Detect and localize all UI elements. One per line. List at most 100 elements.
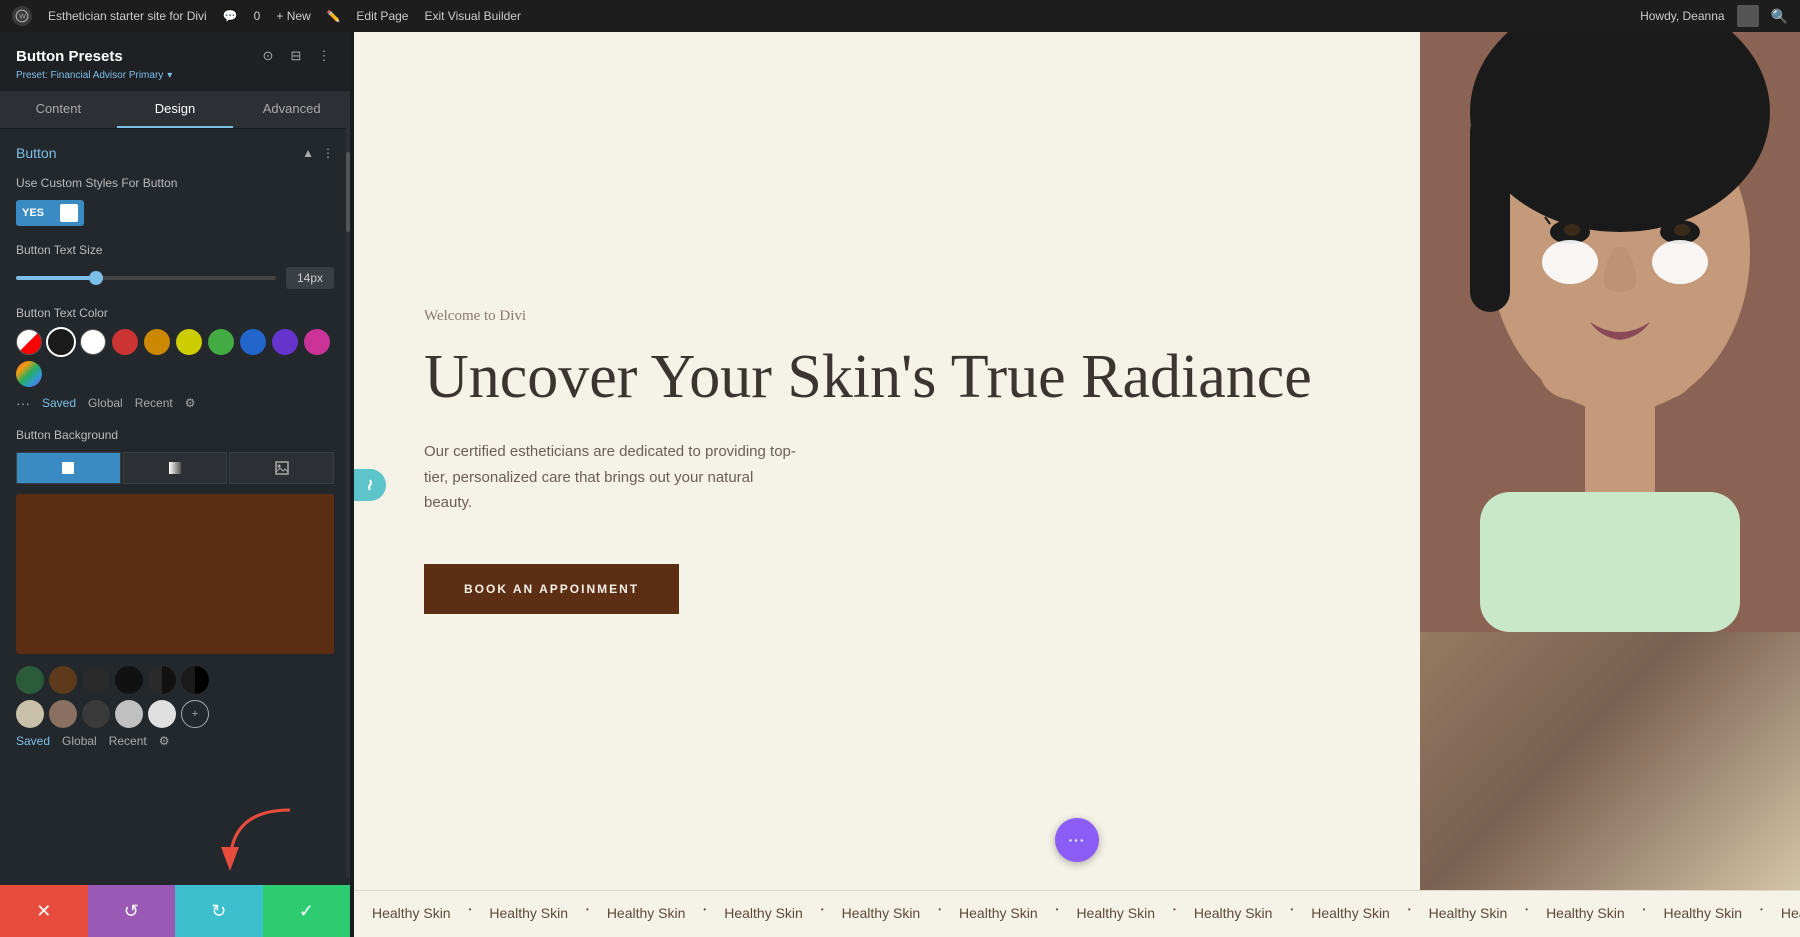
palette-gear-icon[interactable]: ⚙ (159, 734, 170, 748)
color-swatch-purple[interactable] (272, 329, 298, 355)
color-swatch-red[interactable] (112, 329, 138, 355)
redo-button[interactable]: ↻ (175, 885, 263, 937)
palette-swatch-half1[interactable] (148, 666, 176, 694)
svg-text:W: W (19, 13, 26, 20)
hero-left: Welcome to Divi Uncover Your Skin's True… (354, 32, 1420, 890)
panel-settings-icon[interactable]: ⊙ (258, 46, 278, 66)
palette-swatch-dark2[interactable] (115, 666, 143, 694)
palette-swatch-silver[interactable] (115, 700, 143, 728)
palette-row-1 (16, 666, 334, 694)
admin-howdy: Howdy, Deanna (1640, 9, 1725, 23)
text-size-value[interactable]: 14px (286, 267, 334, 289)
main-layout: Button Presets ⊙ ⊟ ⋮ Preset: Financial A… (0, 32, 1800, 937)
bg-color-preview[interactable] (16, 494, 334, 654)
color-tab-global[interactable]: Global (88, 396, 123, 410)
color-swatch-black[interactable] (48, 329, 74, 355)
gradient-icon (168, 461, 182, 475)
color-swatches (16, 329, 334, 387)
ticker-item: Healthy Skin (589, 905, 704, 921)
palette-swatch-dark1[interactable] (82, 666, 110, 694)
tab-design[interactable]: Design (117, 91, 234, 128)
custom-styles-toggle[interactable]: YES (16, 200, 84, 226)
toggle-yes-label: YES (22, 207, 44, 219)
bottom-bar: ✕ ↺ ↻ ✓ (0, 885, 350, 937)
color-tab-recent[interactable]: Recent (135, 396, 173, 410)
bg-row: Button Background (16, 427, 334, 748)
hero-title: Uncover Your Skin's True Radiance (424, 343, 1360, 411)
admin-avatar[interactable] (1737, 5, 1759, 27)
left-panel: Button Presets ⊙ ⊟ ⋮ Preset: Financial A… (0, 32, 350, 937)
ticker-item: Healthy Skin (1058, 905, 1173, 921)
palette-tab-saved[interactable]: Saved (16, 734, 50, 748)
text-size-row: Button Text Size 14px (16, 242, 334, 289)
slider-fill (16, 276, 94, 280)
palette-tab-recent[interactable]: Recent (109, 734, 147, 748)
admin-comment-count[interactable]: 0 (254, 9, 261, 23)
color-swatch-white[interactable] (80, 329, 106, 355)
color-swatch-orange[interactable] (144, 329, 170, 355)
admin-edit-icon: ✏️ (327, 10, 341, 23)
custom-styles-row: Use Custom Styles For Button YES (16, 175, 334, 226)
ticker-item: Healthy Skin (1176, 905, 1291, 921)
ticker-item: Healthy Skin (1411, 905, 1526, 921)
panel-preset-text: Preset: Financial Advisor Primary (16, 70, 163, 81)
admin-search-icon[interactable]: 🔍 (1771, 8, 1788, 25)
image-icon (275, 461, 289, 475)
section-more-icon[interactable]: ⋮ (322, 146, 334, 160)
panel-more-icon[interactable]: ⋮ (314, 46, 334, 66)
button-section-header: Button ▲ ⋮ (16, 145, 334, 161)
palette-swatch-green[interactable] (16, 666, 44, 694)
color-swatch-transparent[interactable] (16, 329, 42, 355)
bg-tab-image[interactable] (229, 452, 334, 484)
divi-fab[interactable] (354, 469, 386, 501)
toggle-container: YES (16, 200, 334, 226)
section-controls: ▲ ⋮ (302, 146, 334, 160)
admin-edit-page[interactable]: Edit Page (356, 9, 408, 23)
palette-swatch-cream[interactable] (16, 700, 44, 728)
section-collapse-icon[interactable]: ▲ (302, 146, 314, 160)
panel-preset-selector[interactable]: Preset: Financial Advisor Primary ▾ (16, 70, 334, 81)
color-tab-saved[interactable]: Saved (42, 396, 76, 410)
bg-tab-solid[interactable] (16, 452, 121, 484)
color-swatch-green[interactable] (208, 329, 234, 355)
save-button[interactable]: ✓ (263, 885, 351, 937)
admin-site-name[interactable]: Esthetician starter site for Divi (48, 9, 207, 23)
palette-add-swatch[interactable]: + (181, 700, 209, 728)
palette-swatch-brown[interactable] (49, 666, 77, 694)
cancel-button[interactable]: ✕ (0, 885, 88, 937)
palette-tab-global[interactable]: Global (62, 734, 97, 748)
bg-tab-gradient[interactable] (123, 452, 228, 484)
ticker-item: Healthy Skin (1763, 905, 1800, 921)
color-more-dots[interactable]: ··· (16, 395, 30, 411)
palette-swatch-tan[interactable] (49, 700, 77, 728)
color-swatch-yellow[interactable] (176, 329, 202, 355)
palette-swatch-half2[interactable] (181, 666, 209, 694)
ticker-item: Healthy Skin (824, 905, 939, 921)
ticker-item: Healthy Skin (1645, 905, 1760, 921)
undo-button[interactable]: ↺ (88, 885, 176, 937)
color-swatch-gradient[interactable] (16, 361, 42, 387)
color-swatch-pink[interactable] (304, 329, 330, 355)
tab-advanced[interactable]: Advanced (233, 91, 350, 128)
text-color-label: Button Text Color (16, 305, 334, 322)
panel-tabs: Content Design Advanced (0, 91, 350, 129)
text-size-slider-row: 14px (16, 267, 334, 289)
admin-new-btn[interactable]: + New (276, 9, 310, 23)
panel-title: Button Presets (16, 48, 123, 65)
text-size-slider-track[interactable] (16, 276, 276, 280)
hero-welcome: Welcome to Divi (424, 308, 1360, 325)
color-swatch-blue[interactable] (240, 329, 266, 355)
tab-content[interactable]: Content (0, 91, 117, 128)
color-gear-icon[interactable]: ⚙ (185, 396, 196, 410)
palette-swatch-charcoal[interactable] (82, 700, 110, 728)
hero-cta-button[interactable]: BOOK AN APPOINMENT (424, 564, 679, 614)
scroll-thumb[interactable] (346, 152, 350, 232)
palette-swatch-lightgrey[interactable] (148, 700, 176, 728)
admin-exit-builder[interactable]: Exit Visual Builder (424, 9, 521, 23)
wp-logo-icon[interactable]: W (12, 6, 32, 26)
panel-columns-icon[interactable]: ⊟ (286, 46, 306, 66)
ticker-item: Healthy Skin (471, 905, 586, 921)
ticker-content: Healthy Skin • Healthy Skin • Healthy Sk… (354, 905, 1800, 921)
slider-thumb[interactable] (89, 271, 103, 285)
floating-action-button[interactable]: ··· (1055, 818, 1099, 862)
